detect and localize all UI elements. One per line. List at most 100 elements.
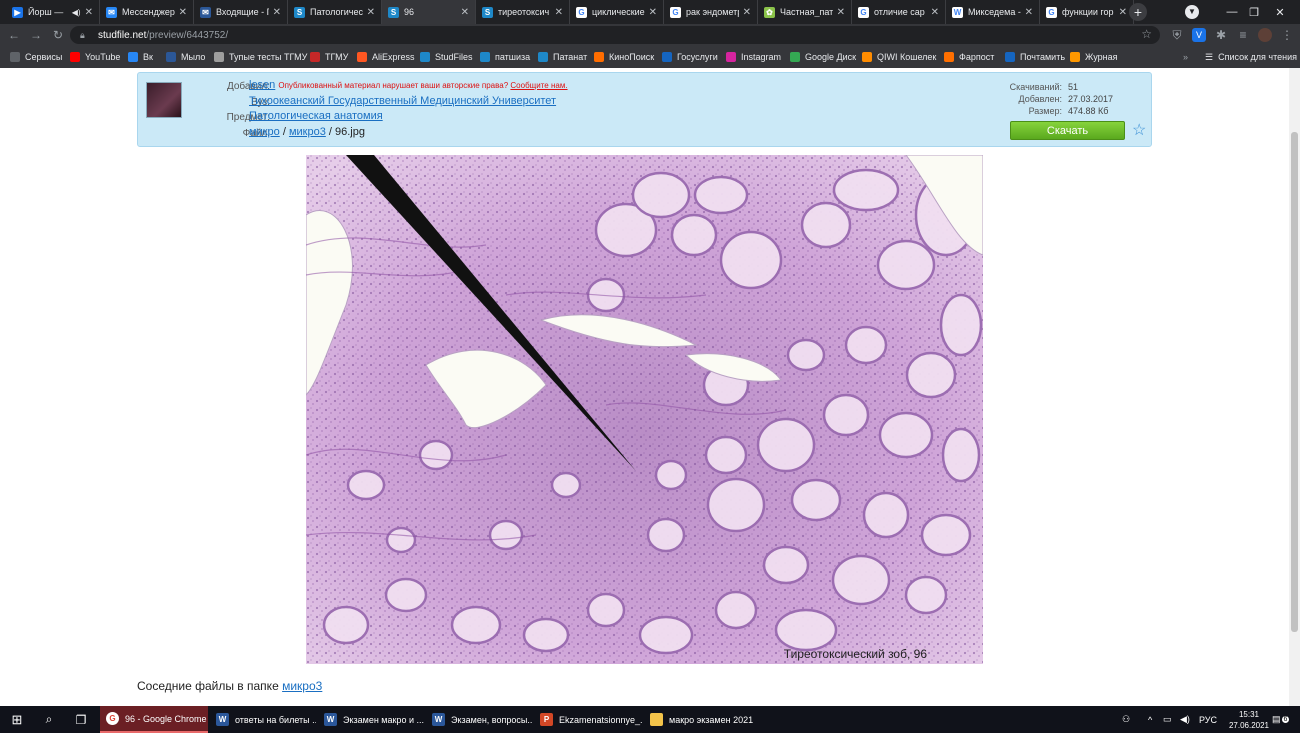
bookmark-15[interactable]: Фарпост <box>944 46 994 68</box>
bookmark-label: Госуслуги <box>677 52 718 62</box>
bookmark-label: Почтамить <box>1020 52 1066 62</box>
bookmark-2[interactable]: Вк <box>128 46 153 68</box>
bookmark-1[interactable]: YouTube <box>70 46 120 68</box>
people-icon[interactable]: ⚇ <box>1122 706 1130 733</box>
close-tab-icon[interactable]: ✕ <box>743 7 751 18</box>
taskbar-app-1[interactable]: Wответы на билеты ... <box>210 706 316 733</box>
folder-link-mikro[interactable]: микро <box>249 126 280 138</box>
added-date-label: Добавлен: <box>1018 94 1062 104</box>
close-tab-icon[interactable]: ✕ <box>649 7 657 18</box>
folder-link-mikro3[interactable]: микро3 <box>289 126 326 138</box>
bookmark-17[interactable]: Журная <box>1070 46 1117 68</box>
menu-kebab-icon[interactable]: ⋮ <box>1280 28 1294 42</box>
bookmark-9[interactable]: Патанат <box>538 46 587 68</box>
tab-search-button[interactable]: ▼ <box>1172 0 1212 24</box>
tab-7[interactable]: Gрак эндометр ✕ <box>664 0 758 24</box>
start-button[interactable]: ⊞ <box>0 706 34 733</box>
subject-link[interactable]: Патологическая анатомия <box>249 110 383 122</box>
close-tab-icon[interactable]: ✕ <box>461 7 469 18</box>
close-window-button[interactable]: ✕ <box>1260 0 1300 24</box>
tab-3[interactable]: S Патологическ ✕ <box>288 0 382 24</box>
scrollbar-thumb[interactable] <box>1291 132 1298 632</box>
bookmark-0[interactable]: Сервисы <box>10 46 62 68</box>
neighbor-folder-link[interactable]: микро3 <box>282 679 322 693</box>
tab-1[interactable]: ✉ Мессенджер ✕ <box>100 0 194 24</box>
bookmark-star-icon[interactable]: ☆ <box>1141 27 1152 41</box>
tab-2[interactable]: ✉ Входящие - П ✕ <box>194 0 288 24</box>
puzzle-extensions-icon[interactable]: ✱ <box>1214 28 1228 42</box>
tab-11[interactable]: Gфункции гор ✕ <box>1040 0 1134 24</box>
taskbar-app-5[interactable]: макро экзамен 2021 <box>644 706 754 733</box>
bookmark-16[interactable]: Почтамить <box>1005 46 1065 68</box>
reading-mode-icon[interactable]: ≡ <box>1236 28 1250 42</box>
tab-favicon-icon: ✉ <box>200 6 211 18</box>
close-tab-icon[interactable]: ✕ <box>85 7 93 18</box>
downloads-count: 51 <box>1068 82 1079 92</box>
shield-extension-icon[interactable]: ⛨ <box>1170 28 1184 42</box>
tab-6[interactable]: Gциклические ✕ <box>570 0 664 24</box>
search-button[interactable]: ⌕ <box>34 706 64 733</box>
close-tab-icon[interactable]: ✕ <box>1025 7 1033 18</box>
close-tab-icon[interactable]: ✕ <box>273 7 281 18</box>
taskbar-app-2[interactable]: W Экзамен макро и ... <box>318 706 424 733</box>
page-scrollbar[interactable] <box>1289 68 1300 706</box>
task-view-button[interactable]: ❐ <box>64 706 98 733</box>
close-tab-icon[interactable]: ✕ <box>179 7 187 18</box>
language-indicator[interactable]: РУС <box>1199 706 1217 733</box>
notifications-button[interactable]: ▤ 6 <box>1272 706 1290 733</box>
bookmark-3[interactable]: Мыло <box>166 46 205 68</box>
file-info-panel: Добавил: lesen Опубликованный материал н… <box>137 72 1152 147</box>
clock[interactable]: 15:31 27.06.2021 <box>1228 709 1270 731</box>
bookmark-8[interactable]: патшиза <box>480 46 530 68</box>
bookmark-favicon-icon <box>480 52 490 62</box>
forward-button[interactable]: → <box>28 27 44 43</box>
university-link[interactable]: Тихоокеанский Государственный Медицински… <box>249 95 556 107</box>
tab-0[interactable]: ▶ Йорш — ◀) ✕ <box>6 0 100 24</box>
tab-4[interactable]: S 96 ✕ <box>382 0 476 24</box>
v-extension-icon[interactable]: V <box>1192 28 1206 42</box>
tab-8[interactable]: ✿ Частная_пат ✕ <box>758 0 852 24</box>
tab-9[interactable]: Gотличие сар ✕ <box>852 0 946 24</box>
close-tab-icon[interactable]: ✕ <box>367 7 375 18</box>
report-link[interactable]: Сообщите нам. <box>510 81 567 90</box>
bookmark-10[interactable]: КиноПоиск <box>594 46 654 68</box>
tab-favicon-icon: ✿ <box>764 6 775 18</box>
address-bar[interactable]: 🔒︎ studfile.net/preview/6443752/ ☆ <box>70 26 1160 44</box>
chevron-down-icon: ▼ <box>1185 5 1199 19</box>
close-tab-icon[interactable]: ✕ <box>555 7 563 18</box>
close-tab-icon[interactable]: ✕ <box>837 7 845 18</box>
bookmark-6[interactable]: AliExpress <box>357 46 415 68</box>
audio-playing-icon[interactable]: ◀) <box>72 8 81 17</box>
back-button[interactable]: ← <box>6 27 22 43</box>
reload-button[interactable]: ↻ <box>50 27 66 43</box>
bookmark-5[interactable]: ТГМУ <box>310 46 348 68</box>
tab-10[interactable]: W Микседема - ✕ <box>946 0 1040 24</box>
network-icon[interactable]: ▭ <box>1163 706 1172 733</box>
tab-favicon-icon: S <box>388 6 399 18</box>
tray-chevron-icon[interactable]: ^ <box>1148 706 1152 733</box>
histology-image[interactable]: Тиреотоксический зоб, 96 <box>306 155 983 664</box>
author-link[interactable]: lesen <box>249 79 275 91</box>
bookmark-11[interactable]: Госуслуги <box>662 46 718 68</box>
more-bookmarks-icon[interactable]: » <box>1183 46 1188 68</box>
tab-favicon-icon: G <box>1046 6 1057 18</box>
taskbar-app-3[interactable]: W Экзамен, вопросы... <box>426 706 532 733</box>
close-tab-icon[interactable]: ✕ <box>1119 7 1127 18</box>
bookmark-13[interactable]: Google Диск <box>790 46 856 68</box>
taskbar-app-4[interactable]: P Ekzamenatsionnye_... <box>534 706 642 733</box>
favorite-star-icon[interactable]: ☆ <box>1132 121 1146 140</box>
new-tab-button[interactable]: + <box>1129 3 1147 21</box>
reading-list-button[interactable]: ☰ Список для чтения <box>1205 46 1297 68</box>
bookmark-14[interactable]: QIWI Кошелек <box>862 46 936 68</box>
download-button[interactable]: Скачать <box>1010 121 1125 140</box>
copyright-warning: Опубликованный материал нарушает ваши ав… <box>278 81 567 90</box>
close-tab-icon[interactable]: ✕ <box>931 7 939 18</box>
reading-list-label: Список для чтения <box>1218 52 1297 62</box>
bookmark-12[interactable]: Instagram <box>726 46 781 68</box>
taskbar-app-0[interactable]: G 96 - Google Chrome <box>100 706 208 733</box>
bookmark-7[interactable]: StudFiles <box>420 46 473 68</box>
volume-icon[interactable]: ◀) <box>1180 706 1190 733</box>
bookmark-4[interactable]: Тупые тесты ТГМУ <box>214 46 307 68</box>
tab-5[interactable]: Sтиреотоксич ✕ <box>476 0 570 24</box>
profile-avatar[interactable] <box>1258 28 1272 42</box>
